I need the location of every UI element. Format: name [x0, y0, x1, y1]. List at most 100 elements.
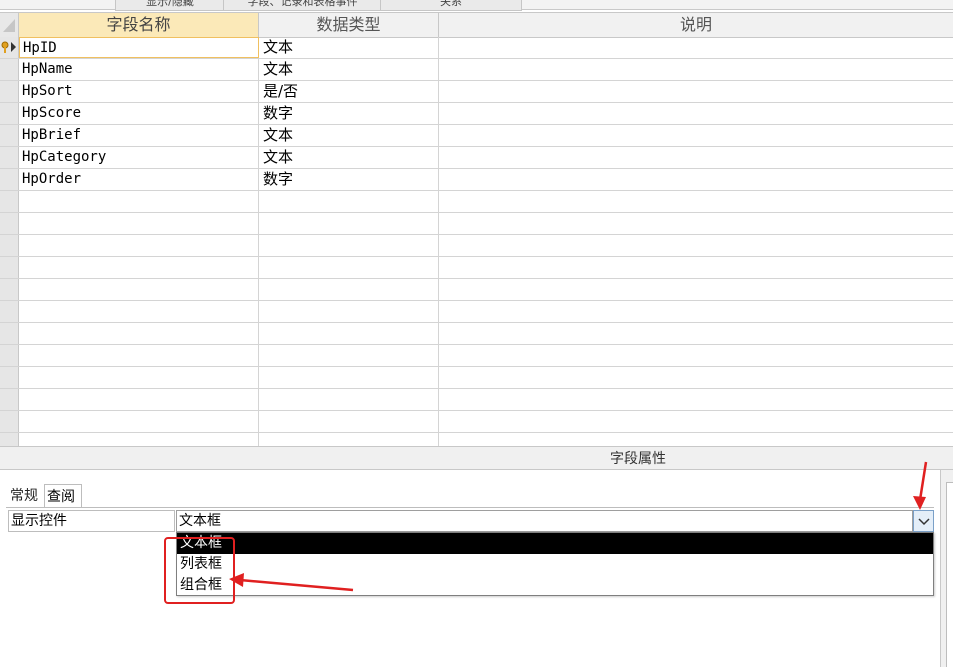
cell-description[interactable] [439, 103, 953, 124]
cell-field-name[interactable] [19, 389, 259, 410]
cell-field-name[interactable]: HpSort [19, 81, 259, 102]
header-data-type[interactable]: 数据类型 [259, 13, 439, 37]
row-selector[interactable] [0, 345, 19, 366]
cell-data-type[interactable]: 是/否 [259, 81, 439, 102]
cell-description[interactable] [439, 213, 953, 234]
option-list-box[interactable]: 列表框 [177, 554, 933, 575]
cell-field-name[interactable] [19, 213, 259, 234]
row-selector[interactable] [0, 323, 19, 344]
cell-description[interactable] [439, 301, 953, 322]
table-row[interactable] [0, 411, 953, 433]
cell-field-name[interactable] [19, 411, 259, 432]
cell-data-type[interactable] [259, 345, 439, 366]
cell-data-type[interactable]: 文本 [259, 125, 439, 146]
cell-field-name[interactable] [19, 301, 259, 322]
cell-data-type[interactable] [259, 411, 439, 432]
cell-field-name[interactable]: HpCategory [19, 147, 259, 168]
cell-description[interactable] [439, 191, 953, 212]
cell-data-type[interactable] [259, 235, 439, 256]
cell-description[interactable] [439, 323, 953, 344]
cell-field-name[interactable] [19, 279, 259, 300]
cell-field-name[interactable]: HpOrder [19, 169, 259, 190]
table-row[interactable] [0, 279, 953, 301]
select-all-corner[interactable] [0, 13, 19, 37]
cell-field-name[interactable] [19, 367, 259, 388]
cell-field-name[interactable] [19, 235, 259, 256]
cell-data-type[interactable] [259, 323, 439, 344]
cell-data-type[interactable] [259, 213, 439, 234]
cell-field-name[interactable] [19, 191, 259, 212]
ribbon-group-events[interactable]: 字段、记录和表格事件 [223, 0, 382, 11]
row-selector[interactable] [0, 367, 19, 388]
table-row[interactable]: HpOrder 数字 [0, 169, 953, 191]
option-text-box[interactable]: 文本框 [177, 533, 933, 554]
header-description[interactable]: 说明 [439, 13, 953, 37]
row-selector[interactable] [0, 37, 19, 58]
table-row[interactable] [0, 257, 953, 279]
row-selector[interactable] [0, 213, 19, 234]
display-control-label[interactable]: 显示控件 [8, 510, 175, 532]
cell-description[interactable] [439, 235, 953, 256]
row-selector[interactable] [0, 81, 19, 102]
row-selector[interactable] [0, 389, 19, 410]
row-selector[interactable] [0, 301, 19, 322]
cell-description[interactable] [439, 367, 953, 388]
cell-data-type[interactable] [259, 301, 439, 322]
table-row[interactable]: HpBrief 文本 [0, 125, 953, 147]
table-row[interactable]: HpCategory 文本 [0, 147, 953, 169]
cell-description[interactable] [439, 37, 953, 58]
ribbon-group-relationships[interactable]: 关系 [380, 0, 522, 11]
cell-description[interactable] [439, 59, 953, 80]
table-row[interactable] [0, 389, 953, 411]
cell-data-type[interactable] [259, 367, 439, 388]
cell-description[interactable] [439, 81, 953, 102]
table-row[interactable]: HpName 文本 [0, 59, 953, 81]
cell-data-type[interactable]: 文本 [259, 37, 439, 58]
tab-lookup[interactable]: 查阅 [44, 484, 82, 508]
table-row[interactable] [0, 323, 953, 345]
cell-data-type[interactable] [259, 389, 439, 410]
row-selector[interactable] [0, 103, 19, 124]
cell-data-type[interactable]: 文本 [259, 147, 439, 168]
cell-data-type[interactable] [259, 191, 439, 212]
display-control-value[interactable]: 文本框 [176, 510, 913, 532]
tab-general[interactable]: 常规 [8, 484, 44, 508]
cell-description[interactable] [439, 345, 953, 366]
cell-description[interactable] [439, 279, 953, 300]
table-row[interactable]: HpID 文本 [0, 37, 953, 59]
row-selector[interactable] [0, 191, 19, 212]
cell-field-name[interactable]: HpScore [19, 103, 259, 124]
table-row[interactable] [0, 213, 953, 235]
cell-description[interactable] [439, 169, 953, 190]
cell-description[interactable] [439, 411, 953, 432]
row-selector[interactable] [0, 279, 19, 300]
table-row[interactable]: HpSort 是/否 [0, 81, 953, 103]
table-row[interactable] [0, 191, 953, 213]
cell-data-type[interactable]: 数字 [259, 169, 439, 190]
row-selector[interactable] [0, 147, 19, 168]
cell-description[interactable] [439, 147, 953, 168]
row-selector[interactable] [0, 59, 19, 80]
cell-field-name[interactable] [19, 345, 259, 366]
table-row[interactable] [0, 367, 953, 389]
cell-field-name[interactable]: HpBrief [19, 125, 259, 146]
cell-description[interactable] [439, 257, 953, 278]
cell-data-type[interactable]: 数字 [259, 103, 439, 124]
cell-description[interactable] [439, 125, 953, 146]
cell-data-type[interactable] [259, 257, 439, 278]
row-selector[interactable] [0, 257, 19, 278]
option-combo-box[interactable]: 组合框 [177, 575, 933, 596]
ribbon-group-show-hide[interactable]: 显示/隐藏 [115, 0, 225, 11]
display-control-dropdown-button[interactable] [913, 510, 934, 532]
table-row[interactable] [0, 345, 953, 367]
cell-field-name[interactable] [19, 323, 259, 344]
table-row[interactable] [0, 235, 953, 257]
row-selector[interactable] [0, 125, 19, 146]
row-selector[interactable] [0, 411, 19, 432]
header-field-name[interactable]: 字段名称 [19, 13, 259, 37]
row-selector[interactable] [0, 235, 19, 256]
table-row[interactable]: HpScore 数字 [0, 103, 953, 125]
cell-description[interactable] [439, 389, 953, 410]
cell-data-type[interactable]: 文本 [259, 59, 439, 80]
cell-field-name[interactable]: HpName [19, 59, 259, 80]
